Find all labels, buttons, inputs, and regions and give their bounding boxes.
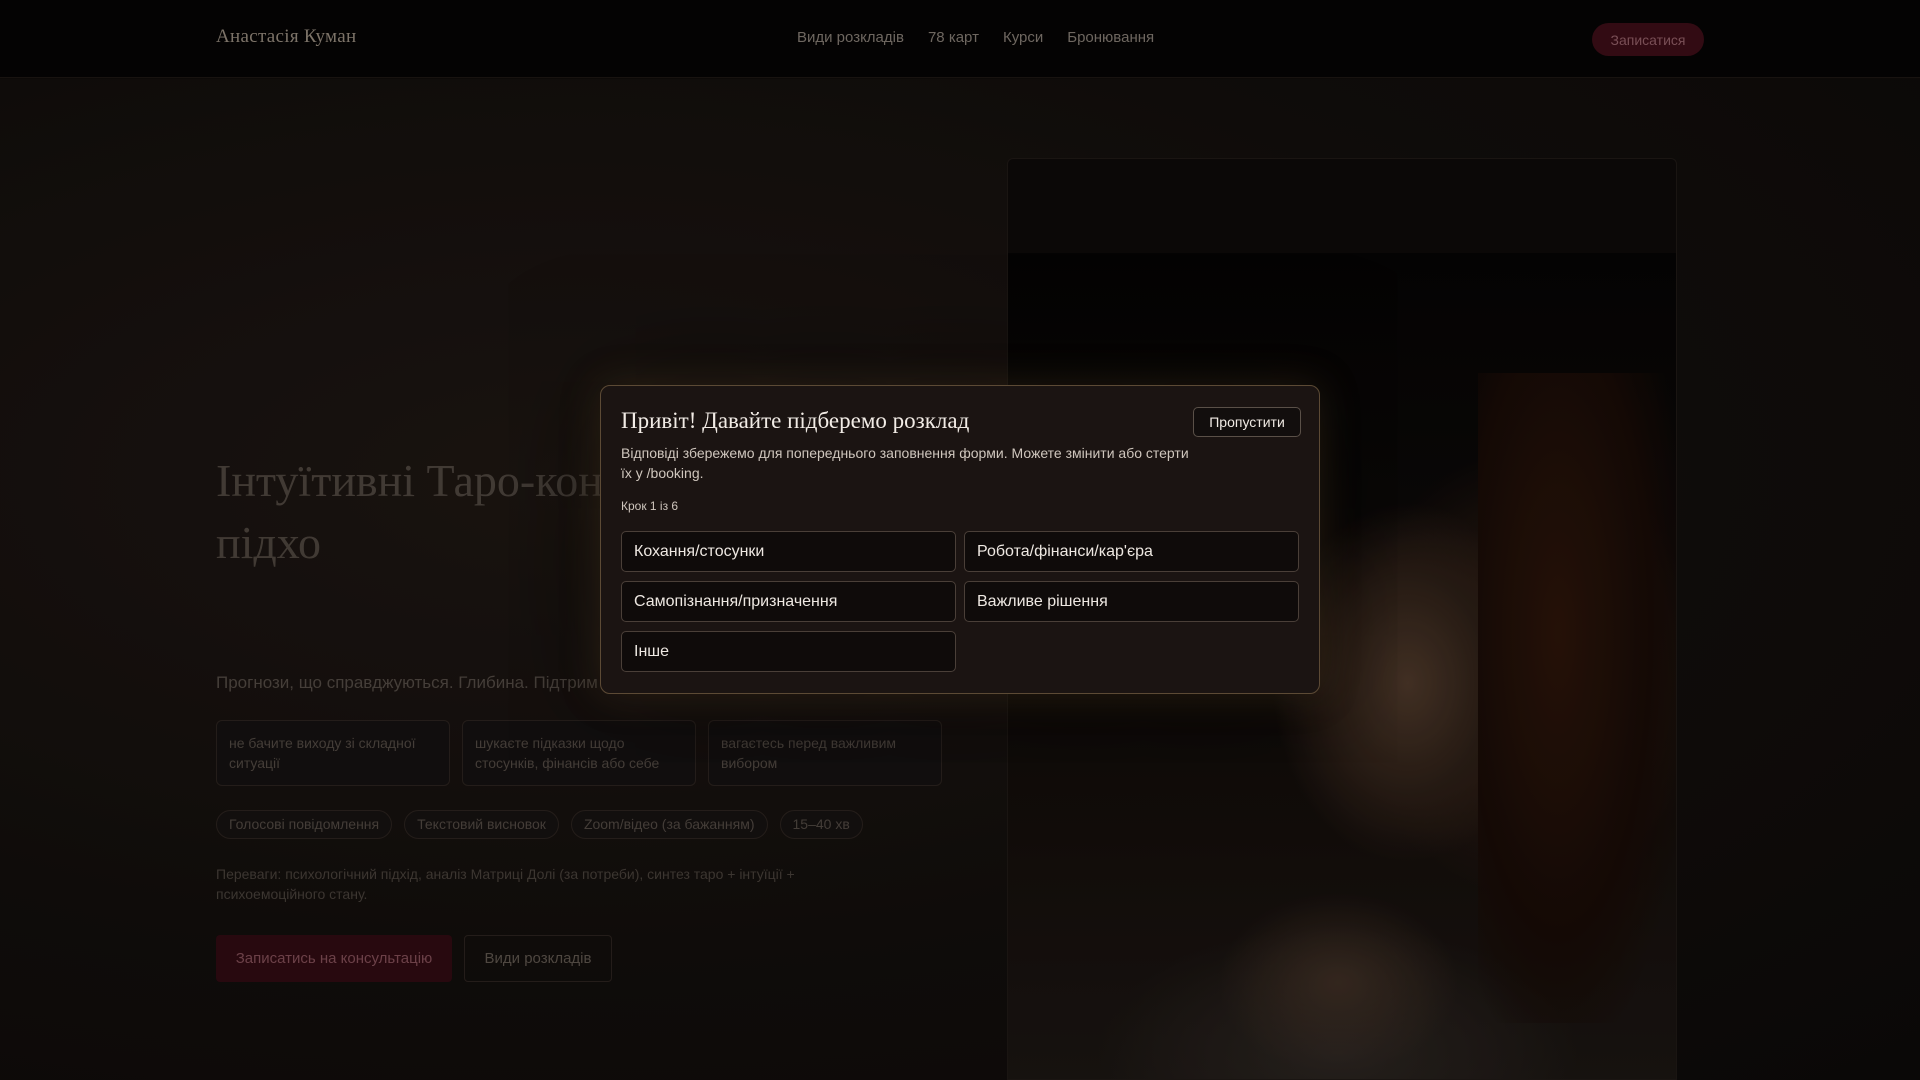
option-other[interactable]: Інше [621, 631, 956, 672]
onboarding-quiz-modal: Привіт! Давайте підберемо розклад Відпов… [600, 385, 1320, 694]
option-work-finance-career[interactable]: Робота/фінанси/кар'єра [964, 531, 1299, 572]
modal-title: Привіт! Давайте підберемо розклад [621, 408, 970, 433]
skip-button[interactable]: Пропустити [1193, 407, 1301, 437]
option-self-discovery[interactable]: Самопізнання/призначення [621, 581, 956, 622]
quiz-options: Кохання/стосунки Робота/фінанси/кар'єра … [621, 531, 1301, 672]
step-indicator: Крок 1 із 6 [621, 499, 679, 513]
modal-description: Відповіді збережемо для попереднього зап… [621, 445, 1189, 481]
option-important-decision[interactable]: Важливе рішення [964, 581, 1299, 622]
option-love-relationships[interactable]: Кохання/стосунки [621, 531, 956, 572]
